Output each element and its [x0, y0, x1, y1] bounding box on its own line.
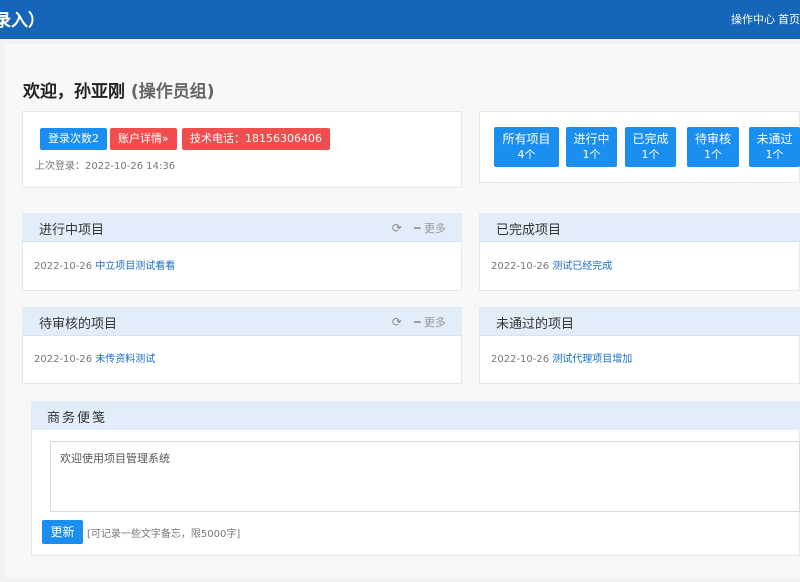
stat-label: 进行中 — [573, 132, 610, 146]
project-link[interactable]: 中立项目测试看看 — [95, 261, 175, 272]
project-link[interactable]: 测试已经完成 — [552, 261, 612, 272]
refresh-icon[interactable]: ⟳ — [392, 221, 402, 235]
list-item: 2022-10-26 未传资料测试 — [34, 350, 155, 365]
in-progress-panel-header: 进行中项目 ⟳ ━ 更多 — [22, 213, 462, 242]
stat-label: 所有项目 — [502, 132, 551, 146]
entry-date: 2022-10-26 — [491, 261, 550, 272]
panel-title: 待审核的项目 — [39, 317, 118, 332]
stat-in-progress[interactable]: 进行中 1个 — [566, 127, 617, 167]
nav-home[interactable]: 首页 — [778, 11, 800, 27]
account-details-button[interactable]: 账户详情» — [110, 128, 177, 150]
rejected-panel-header: 未通过的项目 — [479, 307, 800, 336]
pending-panel-header: 待审核的项目 ⟳ ━ 更多 — [22, 307, 462, 336]
stat-label: 待审核 — [694, 132, 731, 146]
stat-label: 未通过 — [756, 132, 793, 146]
list-item: 2022-10-26 测试已经完成 — [491, 257, 612, 272]
update-button[interactable]: 更新 — [42, 520, 83, 544]
login-count-button[interactable]: 登录次数2 — [40, 128, 107, 150]
stat-rejected[interactable]: 未通过 1个 — [749, 127, 800, 167]
stat-count: 1个 — [704, 148, 722, 161]
entry-date: 2022-10-26 — [34, 354, 93, 365]
more-link[interactable]: 更多 — [424, 222, 446, 235]
completed-panel-header: 已完成项目 — [479, 213, 800, 242]
project-link[interactable]: 测试代理项目增加 — [552, 354, 632, 365]
panel-tools: ⟳ ━ 更多 — [392, 314, 446, 330]
stat-count: 1个 — [582, 148, 601, 161]
entry-date: 2022-10-26 — [34, 261, 93, 272]
refresh-icon[interactable]: ⟳ — [392, 315, 402, 329]
last-login-text: 上次登录：2022-10-26 14:36 — [35, 161, 176, 172]
user-group: (操作员组) — [130, 82, 215, 102]
panel-title: 进行中项目 — [39, 223, 105, 238]
list-item: 2022-10-26 中立项目测试看看 — [34, 257, 175, 272]
welcome-heading: 欢迎，孙亚刚 (操作员组) — [23, 77, 214, 102]
minus-icon: ━ — [413, 222, 424, 235]
panel-title: 未通过的项目 — [496, 317, 575, 332]
top-header: 录入） 操作中心 首页 — [0, 0, 800, 39]
panel-tools: ⟳ ━ 更多 — [392, 220, 446, 236]
stat-all-projects[interactable]: 所有项目 4个 — [494, 127, 559, 167]
minus-icon: ━ — [413, 316, 424, 329]
entry-date: 2022-10-26 — [491, 354, 550, 365]
more-link[interactable]: 更多 — [424, 316, 446, 329]
app-title: 录入） — [0, 11, 45, 31]
project-link[interactable]: 未传资料测试 — [95, 354, 155, 365]
list-item: 2022-10-26 测试代理项目增加 — [491, 350, 632, 365]
nav-operation-center[interactable]: 操作中心 — [731, 11, 775, 27]
memo-hint: [可记录一些文字备忘，限5000字] — [87, 529, 241, 540]
support-phone-button[interactable]: 技术电话：18156306406 — [182, 128, 330, 150]
stat-count: 1个 — [765, 148, 784, 161]
panel-title: 已完成项目 — [496, 223, 562, 238]
stat-label: 已完成 — [632, 132, 669, 146]
stat-completed[interactable]: 已完成 1个 — [625, 127, 676, 167]
memo-textarea[interactable]: 欢迎使用项目管理系统 — [50, 441, 800, 512]
stat-count: 1个 — [641, 148, 660, 161]
stat-pending[interactable]: 待审核 1个 — [687, 127, 739, 167]
memo-panel-header: 商务便笺 — [31, 401, 800, 430]
panel-title: 商务便笺 — [47, 411, 108, 426]
stat-count: 4个 — [517, 148, 536, 161]
welcome-greeting: 欢迎，孙亚刚 — [23, 82, 125, 102]
